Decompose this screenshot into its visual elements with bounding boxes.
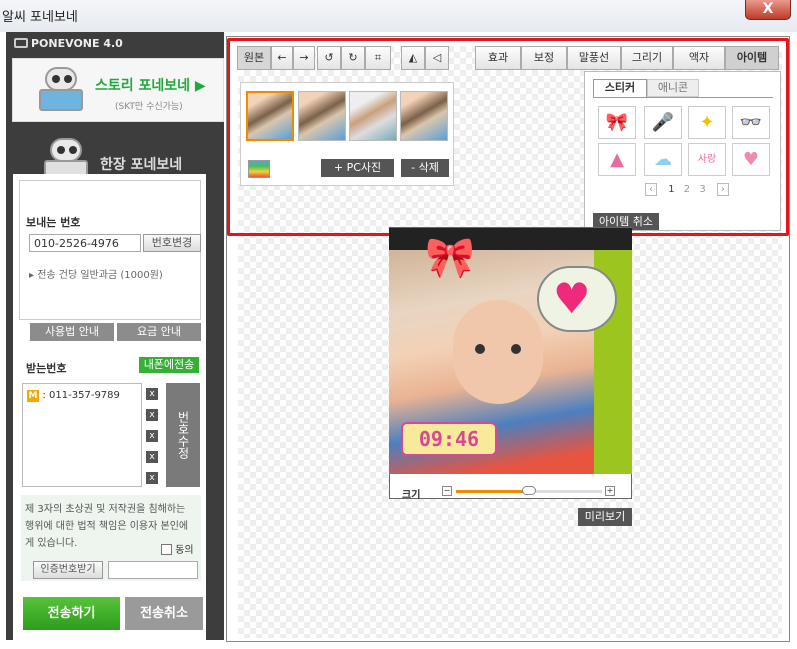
sticker-star-icon[interactable]: ✦ [688, 106, 726, 139]
remove-icon[interactable]: x [146, 388, 158, 400]
close-button[interactable]: X [745, 0, 791, 20]
receiver-number: : 011-357-9789 [42, 390, 120, 401]
rotate-right-icon[interactable]: ↻ [341, 46, 365, 70]
speech-bubble-sticker[interactable]: ♥ [537, 266, 617, 332]
preview-button[interactable]: 미리보기 [578, 508, 632, 526]
auth-code-input[interactable] [108, 561, 198, 579]
remove-icon[interactable]: x [146, 430, 158, 442]
plus-icon[interactable]: + [605, 486, 615, 496]
sticker-love-text-icon[interactable]: 사랑 [688, 143, 726, 176]
remove-icon[interactable]: x [146, 451, 158, 463]
minus-icon[interactable]: − [442, 486, 452, 496]
toolbar: 원본 ← → ↺ ↻ ⌗ ◭ ◁ 효과 보정 말풍선 그리기 액자 아이템 [233, 40, 789, 75]
usage-guide-button[interactable]: 사용법 안내 [30, 323, 114, 341]
sender-number-field[interactable]: 010-2526-4976 [29, 234, 141, 252]
baby-face [453, 300, 543, 404]
sticker-cloud-icon[interactable]: ☁ [644, 143, 682, 176]
tab-anicon[interactable]: 애니콘 [647, 79, 699, 97]
robot-icon [35, 67, 87, 111]
size-slider[interactable]: − + [442, 486, 618, 496]
camera-icon [14, 38, 28, 48]
sender-label: 보내는 번호 [26, 216, 81, 229]
send-panel: 보내는 번호 010-2526-4976 번호변경 ▸ 전송 건당 일반과금 (… [13, 174, 206, 644]
tab-sticker[interactable]: 스티커 [593, 79, 647, 97]
item-panel: 스티커 애니콘 🎀 🎤 ✦ 👓 ▲ ☁ 사랑 ♥ ‹ 1 2 3 › 아이템 취… [584, 71, 781, 231]
rotate-left-icon[interactable]: ↺ [317, 46, 341, 70]
thumbnail[interactable] [246, 91, 294, 141]
tab-speech-bubble[interactable]: 말풍선 [567, 46, 621, 70]
change-number-button[interactable]: 번호변경 [143, 234, 201, 252]
arrow-left-icon[interactable]: ← [271, 46, 293, 70]
thumbnail[interactable] [349, 91, 397, 141]
thumbnail[interactable] [400, 91, 448, 141]
page-1[interactable]: 1 [668, 184, 674, 195]
window-title: 알씨 포네보네 [2, 10, 78, 25]
story-ponevone-button[interactable]: 스토리 포네보네 ▶ (SKT만 수신가능) [12, 58, 224, 122]
receiver-list[interactable]: M : 011-357-9789 [22, 383, 142, 487]
arrow-right-icon[interactable]: → [293, 46, 315, 70]
story-subtitle: (SKT만 수신가능) [115, 102, 183, 112]
add-pc-photo-button[interactable]: + PC사진 [321, 159, 394, 177]
remove-icon[interactable]: x [146, 409, 158, 421]
receiver-label: 받는번호 [26, 362, 67, 375]
agreement-box: 제 3자의 초상권 및 저작권을 침해하는 행위에 대한 법적 책임은 이용자 … [21, 495, 201, 581]
receiver-item[interactable]: M : 011-357-9789 [27, 388, 120, 402]
remove-icon[interactable]: x [146, 472, 158, 484]
page-3[interactable]: 3 [699, 184, 705, 195]
auth-code-button[interactable]: 인증번호받기 [33, 561, 103, 579]
story-title: 스토리 포네보네 ▶ [95, 78, 206, 94]
agree-checkbox[interactable]: 동의 [161, 541, 194, 556]
fee-note: ▸ 전송 건당 일반과금 (1000원) [29, 270, 163, 281]
original-button[interactable]: 원본 [237, 46, 271, 70]
send-to-my-phone-button[interactable]: 내폰에전송 [139, 357, 199, 373]
brand-label: PONEVONE 4.0 [31, 37, 123, 50]
tab-effect[interactable]: 효과 [475, 46, 521, 70]
size-label: 크기 [402, 490, 421, 501]
crop-icon[interactable]: ⌗ [365, 46, 391, 70]
send-button[interactable]: 전송하기 [23, 597, 120, 630]
sticker-microphone-icon[interactable]: 🎤 [644, 106, 682, 139]
fee-guide-button[interactable]: 요금 안내 [117, 323, 201, 341]
title-bar: 알씨 포네보네 X [0, 0, 797, 32]
app-window: 알씨 포네보네 X PONEVONE 4.0 스토리 포네보네 ▶ (SKT만 … [0, 0, 797, 649]
flip-vertical-icon[interactable]: ◁ [425, 46, 449, 70]
edit-numbers-button[interactable]: 번호수정 [166, 383, 200, 487]
photo-preview: 🎀 ♥ 09:46 [389, 228, 632, 474]
sticker-heart-icon[interactable]: ♥ [732, 143, 770, 176]
clock-sticker[interactable]: 09:46 [401, 422, 497, 456]
ribbon-sticker[interactable]: 🎀 [425, 238, 475, 278]
flip-horizontal-icon[interactable]: ◭ [401, 46, 425, 70]
pagination: ‹ 1 2 3 › [645, 183, 729, 196]
sticker-ribbon-icon[interactable]: 🎀 [598, 106, 636, 139]
page-2[interactable]: 2 [684, 184, 690, 195]
brand: PONEVONE 4.0 [14, 37, 123, 50]
sticker-party-hat-icon[interactable]: ▲ [598, 143, 636, 176]
tab-adjust[interactable]: 보정 [521, 46, 567, 70]
delete-photo-button[interactable]: - 삭제 [401, 159, 449, 177]
thumbnail-panel: + PC사진 - 삭제 [240, 82, 454, 186]
cancel-send-button[interactable]: 전송취소 [125, 597, 203, 630]
tab-item[interactable]: 아이템 [725, 46, 779, 70]
m-badge-icon: M [27, 390, 39, 402]
tab-frame[interactable]: 액자 [673, 46, 725, 70]
next-page-button[interactable]: › [716, 183, 729, 196]
prev-page-button[interactable]: ‹ [645, 183, 657, 196]
thumbnail[interactable] [298, 91, 346, 141]
single-title: 한장 포네보네 [100, 157, 183, 173]
sticker-glasses-icon[interactable]: 👓 [732, 106, 770, 139]
color-palette-icon[interactable] [248, 160, 270, 178]
tab-draw[interactable]: 그리기 [621, 46, 673, 70]
slider-thumb[interactable] [522, 486, 536, 495]
